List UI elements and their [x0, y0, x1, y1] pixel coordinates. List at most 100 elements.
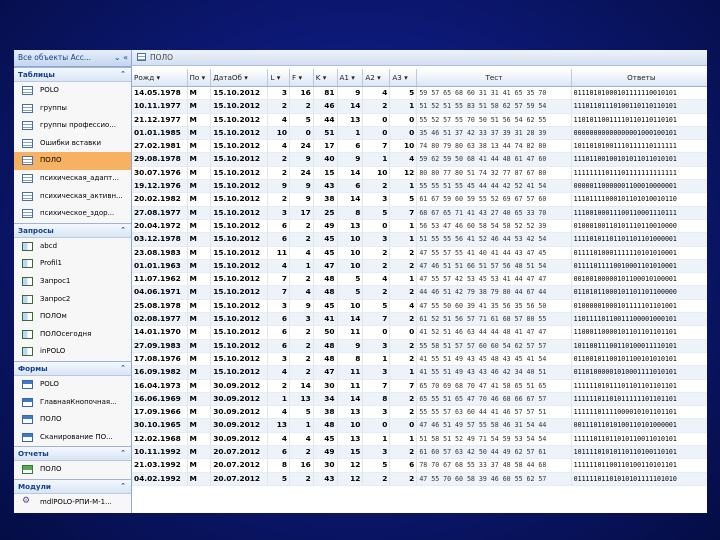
table-cell[interactable]: 2 [362, 472, 391, 486]
table-cell[interactable]: М [187, 192, 212, 207]
table-cell[interactable]: 2 [389, 472, 418, 486]
table-cell[interactable]: 14 [337, 99, 364, 114]
nav-item[interactable]: психическое_здор... [14, 205, 131, 223]
table-cell[interactable]: 14 [289, 379, 314, 393]
table-cell[interactable]: 20.07.2012 [210, 445, 269, 460]
table-cell[interactable]: 4 [267, 113, 291, 127]
table-cell[interactable]: 47 55 57 42 53 45 53 41 44 47 47 [416, 272, 572, 287]
table-cell[interactable]: 30.09.2012 [210, 379, 269, 393]
nav-item[interactable]: Ошибки вставки [14, 135, 131, 153]
table-row[interactable]: 20.02.1982 М 15.10.2012 2 9 38 14 3 5 61 67 59 60… [132, 192, 707, 207]
table-cell[interactable]: 1 [389, 432, 418, 447]
table-cell[interactable]: 5 [362, 299, 391, 314]
table-cell[interactable]: 7 [389, 206, 418, 220]
table-cell[interactable]: 0 [362, 418, 391, 433]
table-cell[interactable]: 43 [313, 472, 338, 486]
table-cell[interactable]: 01000001000101111101101001 [571, 299, 707, 314]
nav-item[interactable]: ПОЛО [14, 411, 131, 429]
table-cell[interactable]: М [187, 139, 212, 154]
table-cell[interactable]: 2 [289, 352, 314, 367]
nav-item[interactable]: POLO [14, 376, 131, 394]
table-cell[interactable]: 59 62 59 50 68 41 44 48 61 47 60 [416, 152, 572, 167]
table-cell[interactable]: 48 [313, 339, 338, 353]
table-row[interactable]: 21.03.1992 М 20.07.2012 8 16 30 12 5 6 78 70 67 6… [132, 458, 707, 473]
table-cell[interactable]: 02.08.1977 [132, 312, 188, 327]
table-cell[interactable]: 6 [267, 312, 291, 327]
table-cell[interactable]: 35 46 51 37 42 33 37 39 31 28 39 [416, 126, 572, 141]
table-cell[interactable]: 6 [267, 219, 291, 234]
collapse-chevron-icon[interactable]: ⌃ [120, 68, 126, 81]
table-cell[interactable]: 01.01.1963 [132, 259, 188, 274]
table-cell[interactable]: 6 [337, 179, 364, 194]
table-cell[interactable]: 9 [289, 179, 314, 194]
table-cell[interactable]: 15.10.2012 [210, 325, 269, 340]
table-cell[interactable]: 13 [337, 432, 364, 447]
nav-item[interactable]: Запрос2 [14, 291, 131, 309]
table-cell[interactable]: 3 [362, 445, 391, 460]
table-cell[interactable]: 11110101101101101101000001 [571, 232, 707, 247]
table-cell[interactable]: М [187, 365, 212, 380]
table-cell[interactable]: 45 [313, 246, 338, 260]
table-cell[interactable]: 1 [362, 152, 391, 167]
table-cell[interactable]: 14.05.1978 [132, 86, 188, 101]
table-cell[interactable]: 7 [267, 285, 291, 300]
table-cell[interactable]: 1 [289, 259, 314, 274]
table-row[interactable]: 25.08.1978 М 15.10.2012 3 9 45 10 5 4 47 55 50 60… [132, 299, 707, 314]
table-cell[interactable]: 51 52 51 55 83 51 58 62 57 59 54 [416, 99, 572, 114]
nav-item[interactable]: ПОЛО [14, 152, 131, 170]
table-row[interactable]: 16.04.1973 М 30.09.2012 2 14 30 11 7 7 65 70 69 6… [132, 379, 707, 393]
table-cell[interactable]: 11101111000101101010010110 [571, 192, 707, 207]
table-cell[interactable]: 7 [362, 312, 391, 327]
table-cell[interactable]: 3 [362, 365, 391, 380]
table-cell[interactable]: 4 [289, 432, 314, 447]
nav-item[interactable]: ПОЛО [14, 461, 131, 479]
column-header[interactable]: A1 ▾ [337, 69, 364, 87]
table-cell[interactable]: 2 [362, 259, 391, 274]
table-cell[interactable]: 15.10.2012 [210, 179, 269, 194]
collapse-chevron-icon[interactable]: ⌃ [120, 480, 126, 493]
table-cell[interactable]: 2 [289, 365, 314, 380]
table-cell[interactable]: 9 [289, 299, 314, 314]
table-cell[interactable]: 16.09.1982 [132, 365, 188, 380]
table-cell[interactable]: 15.10.2012 [210, 219, 269, 234]
table-row[interactable]: 11.07.1962 М 15.10.2012 7 2 48 5 4 1 47 55 57 42 … [132, 272, 707, 287]
navigation-pane-header[interactable]: Все объекты Acc... ⌄ « [14, 50, 131, 67]
table-cell[interactable]: 9 [337, 86, 364, 101]
table-cell[interactable]: 10 [389, 139, 418, 154]
table-cell[interactable]: 20.04.1972 [132, 219, 188, 234]
table-row[interactable]: 01.01.1963 М 15.10.2012 4 1 47 10 2 2 47 46 51 51… [132, 259, 707, 274]
collapse-chevron-icon[interactable]: ⌃ [120, 447, 126, 460]
table-cell[interactable]: М [187, 379, 212, 393]
table-cell[interactable]: 8 [362, 392, 391, 407]
table-cell[interactable]: 1 [389, 365, 418, 380]
table-cell[interactable]: 01000100110101110110010000 [571, 219, 707, 234]
table-cell[interactable]: 30.10.1965 [132, 418, 188, 433]
table-cell[interactable]: 13 [289, 392, 314, 407]
table-cell[interactable]: 17.08.1976 [132, 352, 188, 367]
nav-item[interactable]: группы [14, 100, 131, 118]
table-cell[interactable]: 11111011011010110011010101 [571, 432, 707, 447]
table-cell[interactable]: 10 [337, 418, 364, 433]
table-cell[interactable]: 0 [389, 325, 418, 340]
table-cell[interactable]: 7 [267, 272, 291, 287]
table-cell[interactable]: 2 [267, 152, 291, 167]
nav-item[interactable]: POLO [14, 82, 131, 100]
table-cell[interactable]: 1 [389, 272, 418, 287]
table-cell[interactable]: 15.10.2012 [210, 352, 269, 367]
table-cell[interactable]: 10 [337, 259, 364, 274]
table-cell[interactable]: 30 [313, 379, 338, 393]
nav-item[interactable]: психическая_активн... [14, 188, 131, 206]
table-cell[interactable]: 11111101100110100110101101 [571, 458, 707, 473]
table-cell[interactable]: 4 [267, 259, 291, 274]
table-cell[interactable]: 15.10.2012 [210, 339, 269, 353]
table-cell[interactable]: 14 [337, 312, 364, 327]
table-cell[interactable]: 30 [313, 458, 338, 473]
table-cell[interactable]: 11101100100101011011010101 [571, 152, 707, 167]
table-cell[interactable]: 19.12.1976 [132, 179, 188, 194]
table-cell[interactable]: 4 [362, 86, 391, 101]
table-row[interactable]: 14.05.1978 М 15.10.2012 3 16 81 9 4 5 59 57 65 68… [132, 86, 707, 101]
table-cell[interactable]: 2 [389, 285, 418, 300]
table-cell[interactable]: 59 57 65 68 60 31 31 41 65 35 70 [416, 86, 572, 101]
table-cell[interactable]: 10111101010110110100110101 [571, 445, 707, 460]
table-cell[interactable]: 15.10.2012 [210, 232, 269, 247]
